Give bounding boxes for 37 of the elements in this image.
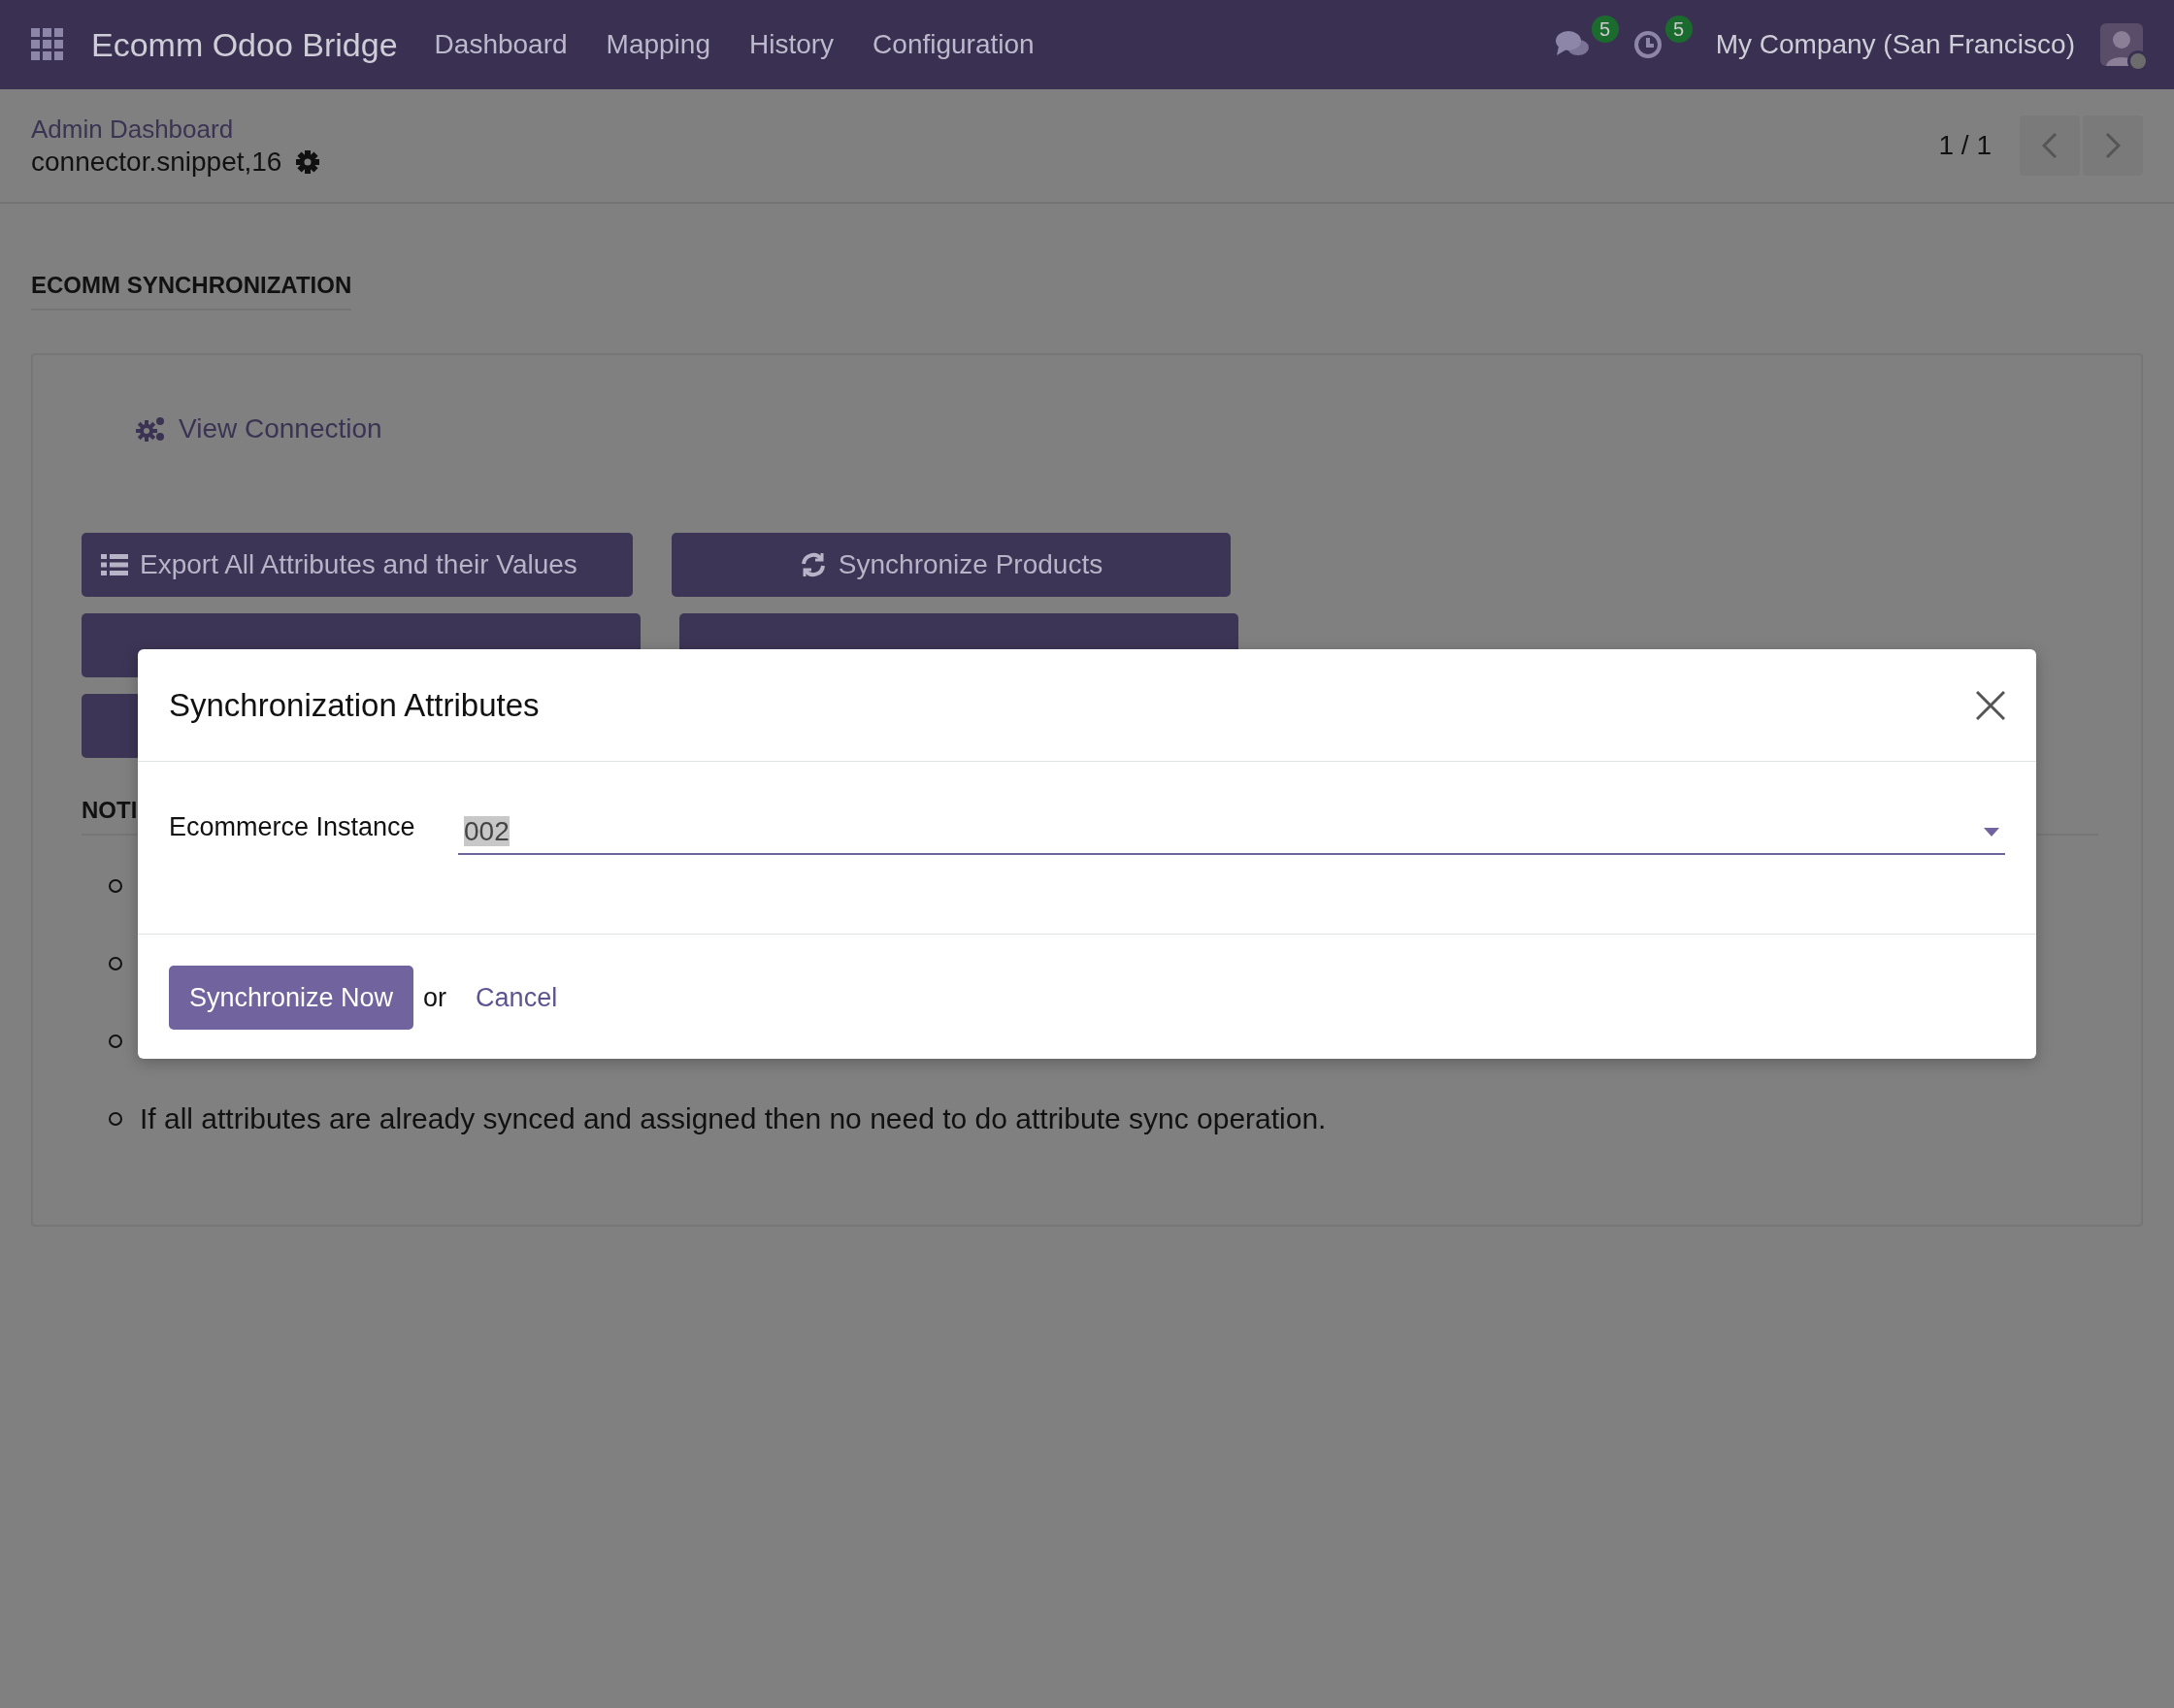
- menu-item[interactable]: Dashboard: [434, 29, 568, 60]
- clock-icon[interactable]: [1631, 29, 1663, 60]
- refresh-icon: [799, 551, 827, 578]
- chevron-left-icon: [2042, 132, 2058, 159]
- chevron-right-icon: [2105, 132, 2121, 159]
- message-count-badge: 5: [1591, 16, 1619, 43]
- view-connection-link[interactable]: View Connection: [136, 413, 382, 444]
- action-button[interactable]: Export All Attributes and their Values: [82, 533, 633, 597]
- section-title: ECOMM SYNCHRONIZATION: [31, 272, 352, 311]
- bullet-icon: [109, 879, 122, 893]
- app-title: Ecomm Odoo Bridge: [91, 25, 398, 64]
- dialog-title: Synchronization Attributes: [169, 686, 541, 724]
- bullet-icon: [109, 957, 122, 970]
- separator-text: or: [423, 982, 447, 1013]
- record-name: connector.snippet,16: [31, 146, 282, 178]
- apps-menu-icon[interactable]: [31, 28, 64, 61]
- activity-count-badge: 5: [1664, 16, 1693, 43]
- gears-icon: [136, 414, 167, 443]
- breadcrumb-link[interactable]: Admin Dashboard: [31, 114, 1939, 145]
- field-label: Ecommerce Instance: [169, 811, 416, 842]
- close-button[interactable]: [1976, 690, 2005, 720]
- caret-icon: [1984, 827, 1999, 837]
- menu-item[interactable]: History: [749, 29, 835, 60]
- bullet-icon: [109, 1035, 122, 1048]
- note-text: If all attributes are already synced and assigned then no need to do attribute sync operation.: [140, 1102, 1327, 1135]
- list-icon: [101, 553, 128, 576]
- action-button[interactable]: Synchronize Products: [672, 533, 1231, 597]
- company-switcher[interactable]: My Company (San Francisco): [1715, 29, 2075, 60]
- notes-heading: NOTI: [82, 797, 138, 823]
- pager-value[interactable]: 1 / 1: [1938, 130, 1992, 161]
- cancel-link[interactable]: Cancel: [476, 982, 558, 1013]
- close-icon: [1976, 690, 2005, 720]
- synchronize-now-button[interactable]: Synchronize Now: [169, 966, 414, 1030]
- menu-item[interactable]: Configuration: [873, 29, 1035, 60]
- bullet-icon: [109, 1112, 122, 1126]
- menu-item[interactable]: Mapping: [606, 29, 710, 60]
- instance-select[interactable]: 002: [458, 810, 2005, 855]
